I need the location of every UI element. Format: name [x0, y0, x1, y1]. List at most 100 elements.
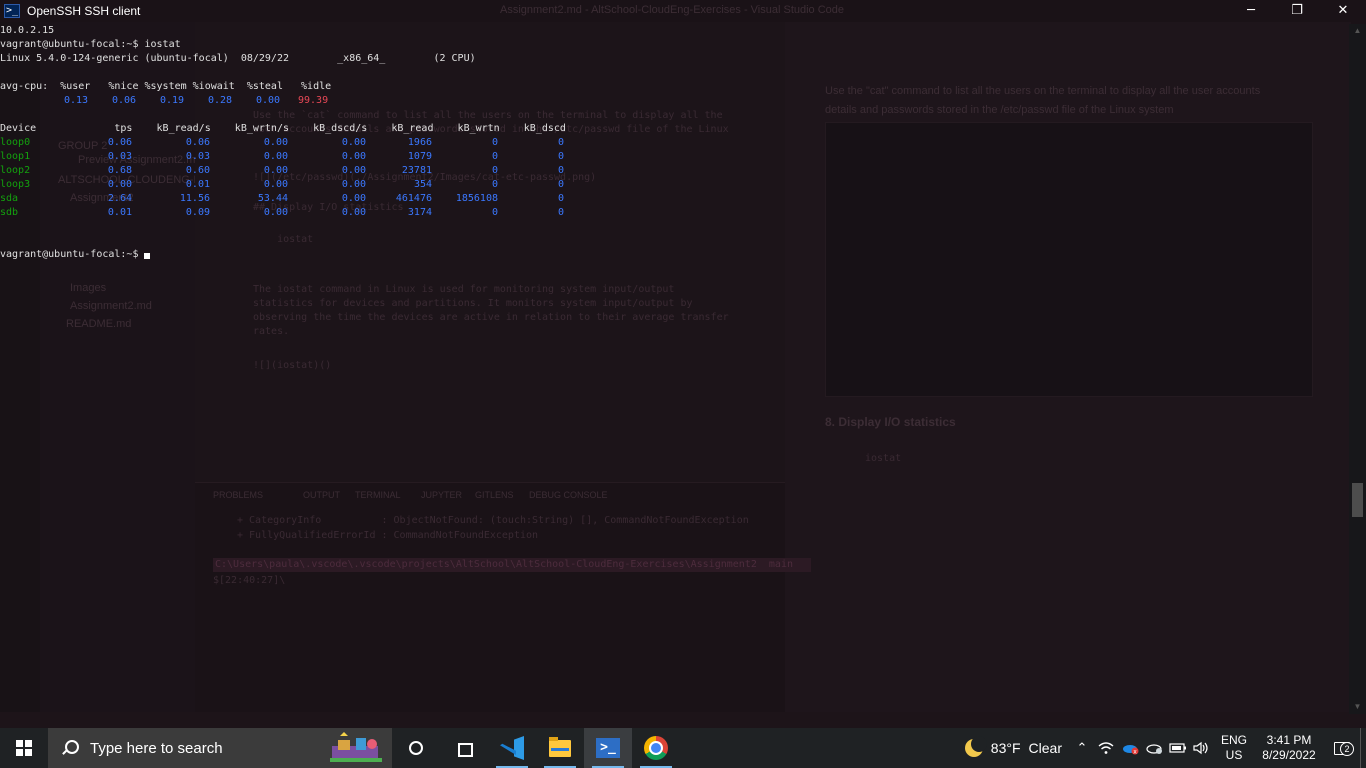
cpu-system-value: 0.19	[160, 95, 185, 106]
device-name: loop0	[0, 137, 31, 148]
onedrive-icon[interactable]: x	[1118, 728, 1142, 768]
device-kb-wrtn-per-sec: 0.00	[263, 207, 288, 218]
device-kb-wrtn-per-sec: 53.44	[257, 193, 288, 204]
device-kb-dscd: 0	[557, 179, 564, 190]
scroll-down-arrow-icon[interactable]: ▼	[1349, 700, 1366, 714]
network-status-icon[interactable]	[1142, 728, 1166, 768]
taskbar-app-vscode[interactable]	[488, 728, 536, 768]
device-kb-dscd: 0	[557, 151, 564, 162]
cpu-steal-value: 0.00	[256, 95, 281, 106]
moon-weather-icon	[964, 736, 987, 757]
start-button[interactable]	[0, 728, 48, 768]
device-kb-dscd-per-sec: 0.00	[341, 193, 366, 204]
terminal-line: avg-cpu: %user %nice %system %iowait %st…	[0, 81, 332, 92]
speaker-icon	[1193, 741, 1208, 755]
task-view-icon	[455, 741, 473, 757]
onedrive-cloud-icon: x	[1123, 745, 1139, 755]
region-code: US	[1225, 748, 1243, 762]
window-title: OpenSSH SSH client	[27, 4, 141, 18]
weather-widget[interactable]: 83°F Clear	[957, 728, 1070, 768]
volume-icon[interactable]	[1190, 728, 1214, 768]
file-explorer-icon	[549, 736, 571, 757]
task-view-button[interactable]	[440, 728, 488, 768]
device-tps: 0.01	[107, 207, 132, 218]
device-tps: 0.03	[107, 151, 132, 162]
show-hidden-icons-chevron-icon[interactable]: ⌃	[1070, 728, 1094, 768]
scroll-up-arrow-icon[interactable]: ▲	[1349, 24, 1366, 38]
terminal-line: Linux 5.4.0-124-generic (ubuntu-focal) 0…	[0, 53, 476, 64]
search-placeholder: Type here to search	[90, 739, 223, 757]
device-tps: 0.00	[107, 179, 132, 190]
notification-count-badge: 2	[1340, 742, 1354, 756]
language-code: ENG	[1220, 733, 1247, 747]
device-kb-dscd-per-sec: 0.00	[341, 151, 366, 162]
device-kb-dscd: 0	[557, 137, 564, 148]
wifi-icon[interactable]	[1094, 728, 1118, 768]
device-kb-wrtn-per-sec: 0.00	[263, 165, 288, 176]
vscode-statusbar	[0, 712, 1366, 728]
device-kb-wrtn-per-sec: 0.00	[263, 137, 288, 148]
cpu-user-value: 0.13	[64, 95, 89, 106]
cortana-button[interactable]	[392, 728, 440, 768]
cpu-iowait-value: 0.28	[208, 95, 233, 106]
terminal-line: Device tps kB_read/s kB_wrtn/s kB_dscd/s…	[0, 123, 566, 134]
device-kb-read-per-sec: 11.56	[179, 193, 210, 204]
taskbar-search-box[interactable]: Type here to search	[48, 728, 392, 768]
chrome-icon	[644, 736, 668, 760]
svg-text:x: x	[1133, 748, 1137, 755]
device-kb-read: 461476	[395, 193, 432, 204]
device-kb-read: 354	[413, 179, 432, 190]
minimize-button[interactable]: ─	[1228, 0, 1274, 22]
terminal-cursor	[144, 253, 150, 259]
final-prompt: vagrant@ubuntu-focal:~$	[0, 249, 145, 260]
device-kb-dscd: 0	[557, 165, 564, 176]
notification-center-button[interactable]: 2	[1324, 728, 1360, 768]
device-name: loop3	[0, 179, 31, 190]
taskbar-app-chrome[interactable]	[632, 728, 680, 768]
taskbar-app-file-explorer[interactable]	[536, 728, 584, 768]
cloud-sync-icon	[1146, 744, 1162, 754]
device-kb-wrtn-per-sec: 0.00	[263, 179, 288, 190]
device-kb-wrtn: 0	[491, 207, 498, 218]
system-tray: 83°F Clear ⌃ x ENG US 3:41 PM 8/29/2022	[957, 728, 1366, 768]
clock-date: 8/29/2022	[1262, 748, 1316, 762]
window-controls: ─ ❐ ✕	[1228, 0, 1366, 22]
terminal-line: vagrant@ubuntu-focal:~$ iostat	[0, 39, 181, 50]
device-kb-wrtn: 0	[491, 165, 498, 176]
device-kb-read-per-sec: 0.06	[185, 137, 210, 148]
cortana-icon	[409, 741, 423, 755]
device-kb-read-per-sec: 0.01	[185, 179, 210, 190]
device-kb-read: 1079	[407, 151, 432, 162]
device-name: sdb	[0, 207, 19, 218]
device-kb-read-per-sec: 0.03	[185, 151, 210, 162]
device-tps: 0.06	[107, 137, 132, 148]
terminal-output[interactable]: 10.0.2.15 vagrant@ubuntu-focal:~$ iostat…	[0, 24, 1348, 714]
windows-taskbar: Type here to search >_ 83°F Clear ⌃ x EN…	[0, 728, 1366, 768]
terminal-scrollbar[interactable]: ▲ ▼	[1349, 24, 1366, 714]
device-kb-wrtn: 1856108	[455, 193, 498, 204]
battery-level-icon	[1169, 743, 1186, 753]
battery-icon[interactable]	[1166, 728, 1190, 768]
device-kb-wrtn-per-sec: 0.00	[263, 151, 288, 162]
device-name: loop1	[0, 151, 31, 162]
device-kb-read-per-sec: 0.60	[185, 165, 210, 176]
input-language[interactable]: ENG US	[1214, 728, 1254, 768]
clock[interactable]: 3:41 PM 8/29/2022	[1254, 728, 1324, 768]
scroll-thumb[interactable]	[1352, 483, 1363, 517]
device-tps: 0.68	[107, 165, 132, 176]
close-button[interactable]: ✕	[1320, 0, 1366, 22]
taskbar-app-powershell[interactable]: >_	[584, 728, 632, 768]
device-kb-dscd: 0	[557, 193, 564, 204]
restore-button[interactable]: ❐	[1274, 0, 1320, 22]
device-kb-read: 1966	[407, 137, 432, 148]
device-kb-dscd-per-sec: 0.00	[341, 179, 366, 190]
search-highlight-art-icon	[330, 732, 382, 762]
cpu-idle-value: 99.39	[298, 95, 329, 106]
window-titlebar[interactable]: >_ OpenSSH SSH client ─ ❐ ✕	[0, 0, 1366, 22]
show-desktop-button[interactable]	[1360, 728, 1366, 768]
powershell-icon: >_	[4, 4, 20, 18]
device-tps: 2.64	[107, 193, 132, 204]
weather-condition: Clear	[1028, 740, 1062, 756]
clock-time: 3:41 PM	[1266, 733, 1312, 747]
device-name: sda	[0, 193, 19, 204]
